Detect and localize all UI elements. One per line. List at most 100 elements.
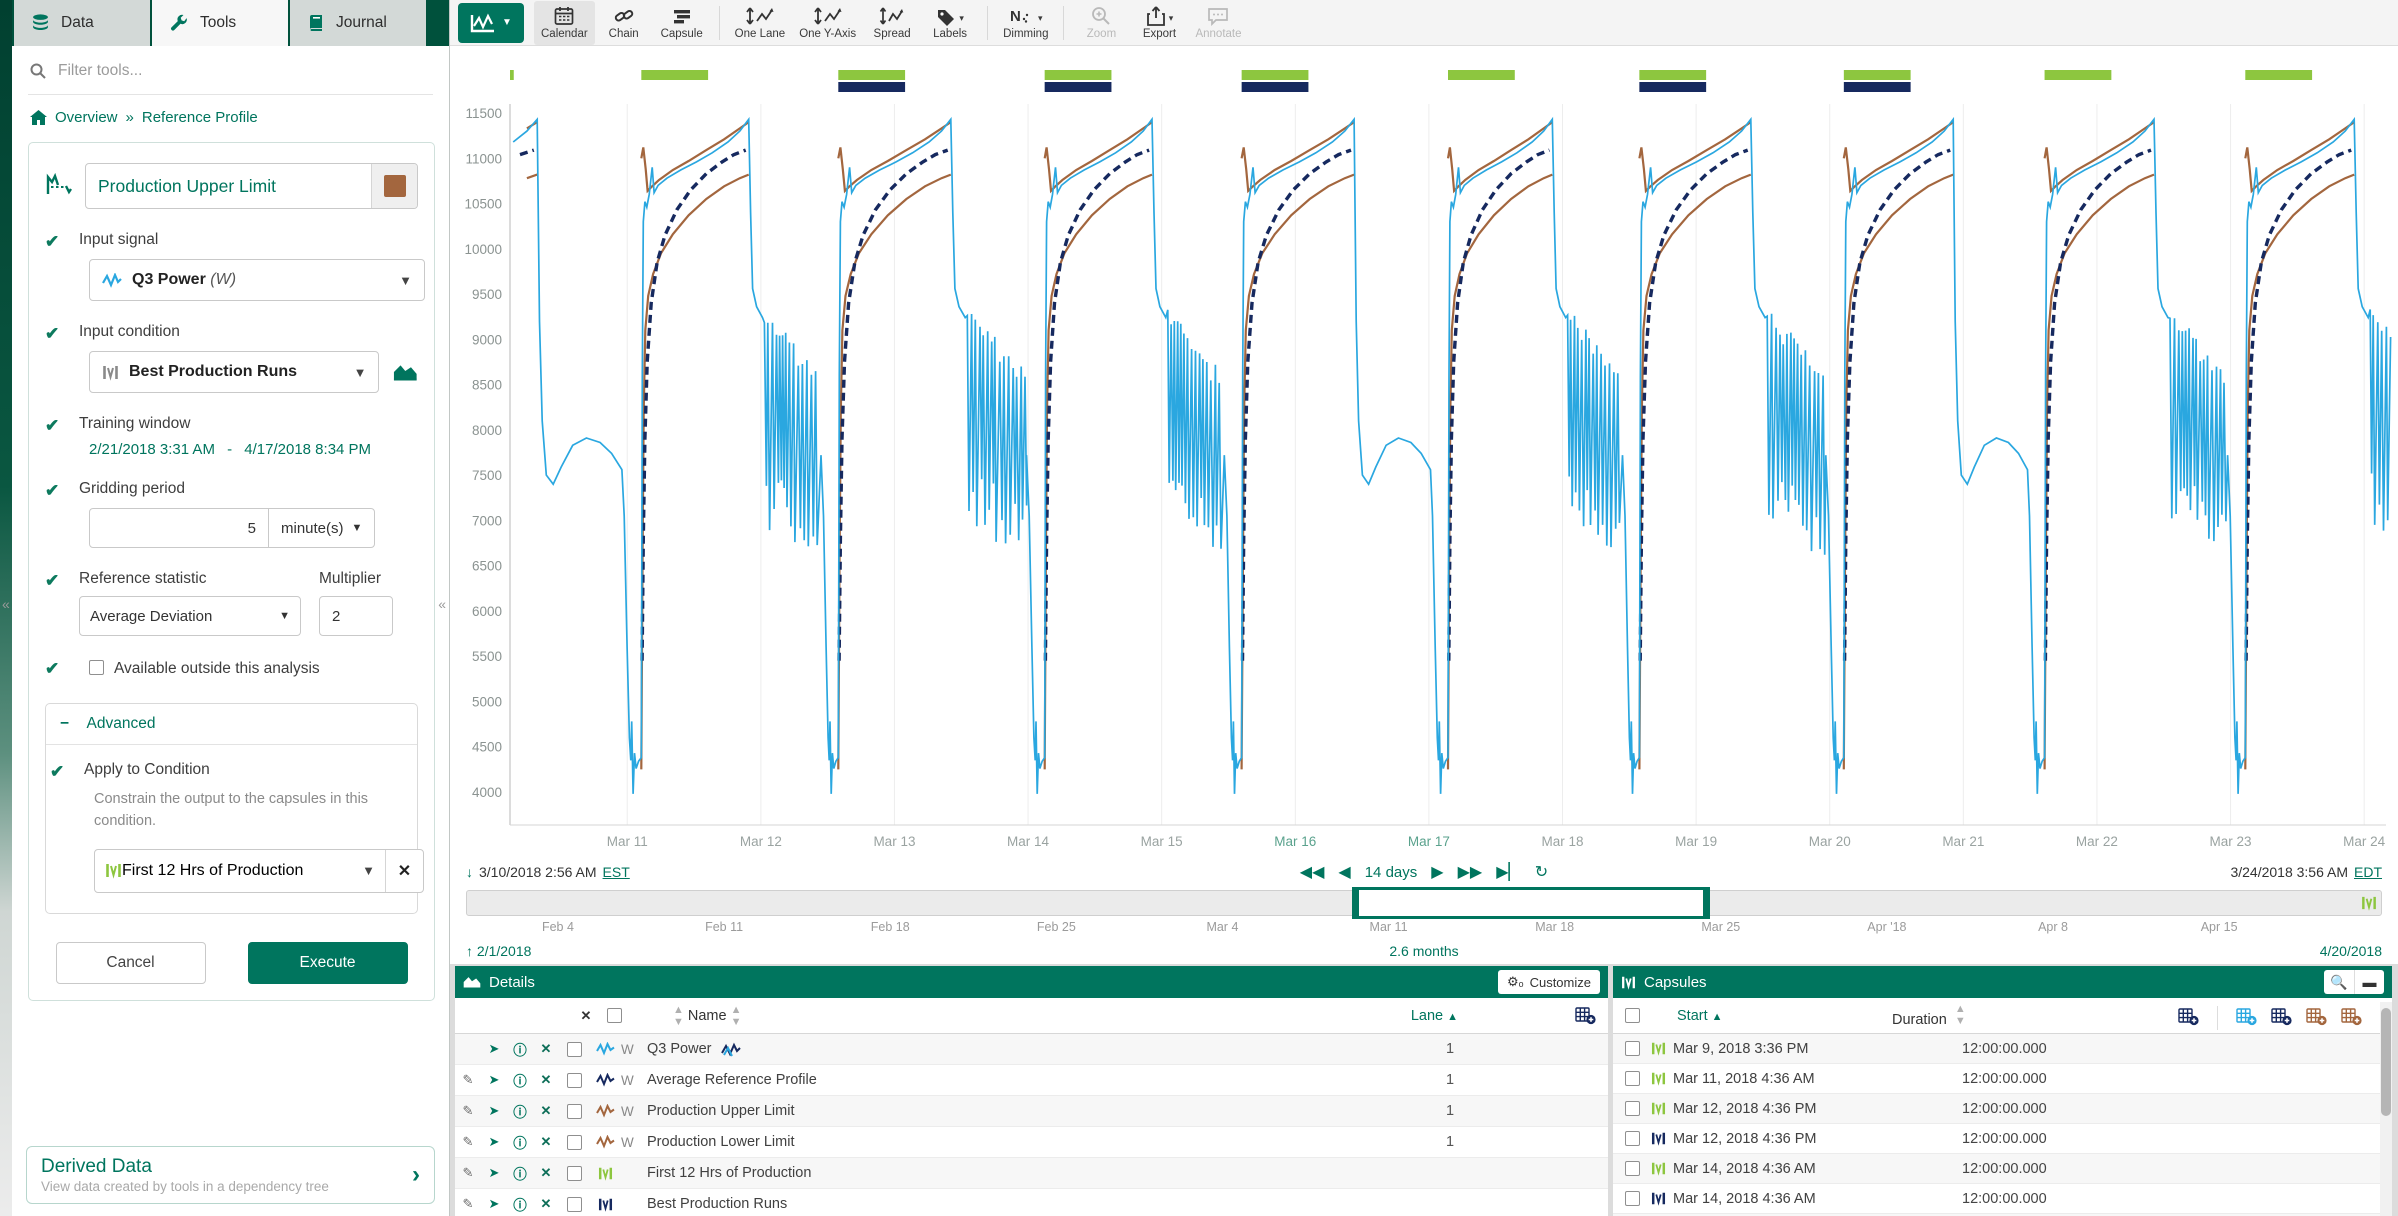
toolbar-button-export[interactable]: ▾Export [1130, 1, 1188, 45]
clear-condition-button[interactable]: ✕ [385, 850, 423, 892]
step-forward-fast-button[interactable]: ▶▶ [1458, 862, 1483, 882]
add-column-icon[interactable] [2178, 1007, 2199, 1026]
row-checkbox[interactable] [567, 1042, 582, 1057]
start-column-header[interactable]: Start ▲ [1677, 1008, 1723, 1024]
toolbar-button-one-y-axis[interactable]: One Y-Axis [792, 1, 863, 45]
tab-tools[interactable]: Tools [152, 0, 288, 46]
range-end-value[interactable]: 3/24/2018 3:56 AM [2230, 864, 2348, 880]
pin-icon[interactable]: ➤ [481, 1196, 507, 1212]
capsule-start[interactable]: Mar 12, 2018 4:36 PM [1673, 1101, 1816, 1117]
zoom-to-capsule-button[interactable]: 🔍 [2324, 970, 2354, 994]
item-name[interactable]: Production Upper Limit [647, 1103, 795, 1119]
sort-icon[interactable]: ▲▼ [673, 1004, 684, 1028]
remove-icon[interactable]: ✕ [533, 1196, 559, 1212]
trend-view-dropdown-button[interactable]: ▼ [458, 3, 524, 43]
capsules-scrollbar[interactable] [2380, 1002, 2392, 1216]
item-name[interactable]: Q3 Power [647, 1041, 711, 1057]
row-checkbox[interactable] [567, 1104, 582, 1119]
info-icon[interactable]: ⓘ [507, 1163, 533, 1183]
remove-icon[interactable]: ✕ [533, 1103, 559, 1119]
step-to-end-button[interactable]: ▶▏ [1496, 862, 1521, 882]
advanced-toggle[interactable]: − Advanced [46, 704, 417, 745]
home-icon[interactable] [30, 110, 47, 125]
remove-icon[interactable]: ✕ [533, 1041, 559, 1057]
derived-data-button[interactable]: Derived Data View data created by tools … [26, 1146, 435, 1204]
name-column-header[interactable]: Name [688, 1008, 727, 1024]
toolbar-button-labels[interactable]: ▾Labels [921, 1, 979, 45]
item-name[interactable]: Best Production Runs [647, 1196, 787, 1212]
toolbar-button-one-lane[interactable]: One Lane [728, 1, 793, 45]
capsule-start[interactable]: Mar 11, 2018 4:36 AM [1673, 1071, 1815, 1087]
add-capsule-column-button[interactable] [2236, 1007, 2257, 1030]
toolbar-button-spread[interactable]: Spread [863, 1, 921, 45]
timebar-track[interactable] [466, 890, 2382, 916]
info-icon[interactable]: ⓘ [507, 1194, 533, 1214]
item-name[interactable]: Production Lower Limit [647, 1134, 795, 1150]
range-start-timezone[interactable]: EST [603, 864, 630, 880]
pin-icon[interactable]: ➤ [481, 1165, 507, 1181]
info-icon[interactable]: ⓘ [507, 1039, 533, 1059]
collapse-sidebar-handle[interactable]: « [438, 596, 446, 612]
remove-icon[interactable]: ✕ [533, 1165, 559, 1181]
capsule-start[interactable]: Mar 14, 2018 4:36 AM [1673, 1161, 1816, 1177]
gridding-value-input[interactable]: 5 [89, 508, 269, 548]
range-duration[interactable]: 14 days [1365, 864, 1418, 881]
capsule-start[interactable]: Mar 12, 2018 4:36 PM [1673, 1131, 1816, 1147]
multiplier-input[interactable]: 2 [319, 596, 393, 636]
tool-name-field[interactable]: Production Upper Limit [85, 163, 418, 209]
info-icon[interactable]: ⓘ [507, 1101, 533, 1121]
input-signal-dropdown[interactable]: Q3 Power (W) ▼ [89, 259, 425, 301]
range-end[interactable]: 3/24/2018 3:56 AM EDT [2022, 864, 2382, 880]
range-start-value[interactable]: 3/10/2018 2:56 AM [479, 864, 597, 880]
toolbar-button-capsule[interactable]: Capsule [653, 1, 711, 45]
capsule-checkbox[interactable] [1625, 1191, 1640, 1206]
select-all-checkbox[interactable] [607, 1008, 622, 1023]
cancel-button[interactable]: Cancel [56, 942, 206, 984]
edit-icon[interactable]: ✎ [455, 1072, 481, 1088]
range-start[interactable]: ↓ 3/10/2018 2:56 AM EST [466, 864, 826, 880]
training-window-range[interactable]: 2/21/2018 3:31 AM - 4/17/2018 8:34 PM [89, 441, 418, 458]
add-capsule-column-button[interactable] [2178, 1007, 2199, 1030]
step-back-fast-button[interactable]: ◀◀ [1300, 862, 1325, 882]
tab-journal[interactable]: Journal [290, 0, 426, 46]
edit-icon[interactable]: ✎ [455, 1103, 481, 1119]
collapse-panel-button[interactable]: ▬ [2354, 970, 2384, 994]
gridding-unit-select[interactable]: minute(s) ▼ [268, 508, 375, 548]
collapse-sidebar-handle[interactable]: « [2, 596, 10, 612]
customize-button[interactable]: ⚙ₒ Customize [1498, 970, 1600, 994]
item-name[interactable]: First 12 Hrs of Production [647, 1165, 811, 1181]
toolbar-button-calendar[interactable]: Calendar [534, 1, 595, 45]
info-icon[interactable]: ⓘ [507, 1070, 533, 1090]
row-checkbox[interactable] [567, 1166, 582, 1181]
toolbar-button-chain[interactable]: Chain [595, 1, 653, 45]
add-capsule-column-button[interactable] [2341, 1007, 2362, 1030]
input-condition-dropdown[interactable]: Best Production Runs ▼ [89, 351, 379, 393]
training-end[interactable]: 4/17/2018 8:34 PM [244, 441, 371, 458]
capsule-checkbox[interactable] [1625, 1071, 1640, 1086]
pin-icon[interactable]: ➤ [481, 1041, 507, 1057]
add-capsule-column-button[interactable] [2306, 1007, 2327, 1030]
capsule-checkbox[interactable] [1625, 1101, 1640, 1116]
timebar-selection[interactable] [1359, 887, 1704, 919]
select-all-capsules-checkbox[interactable] [1625, 1008, 1640, 1023]
execute-button[interactable]: Execute [248, 942, 408, 984]
apply-condition-select[interactable]: First 12 Hrs of Production ▼ [95, 850, 385, 892]
remove-icon[interactable]: ✕ [533, 1134, 559, 1150]
add-column-icon[interactable] [1575, 1006, 1596, 1029]
available-outside-checkbox[interactable] [89, 660, 104, 675]
lane-column-header[interactable]: Lane ▲ [1411, 1008, 1458, 1024]
capsule-start[interactable]: Mar 9, 2018 3:36 PM [1673, 1041, 1808, 1057]
training-start[interactable]: 2/21/2018 3:31 AM [89, 441, 215, 458]
add-column-icon[interactable] [2341, 1007, 2362, 1026]
row-checkbox[interactable] [567, 1073, 582, 1088]
sort-icon[interactable]: ▲▼ [731, 1004, 742, 1028]
add-column-icon[interactable] [2236, 1007, 2257, 1026]
add-column-icon[interactable] [2306, 1007, 2327, 1026]
filter-tools-input[interactable]: Filter tools... [12, 46, 449, 94]
pin-icon[interactable]: ➤ [481, 1072, 507, 1088]
trend-chart[interactable]: Mar 11Mar 12Mar 13Mar 14Mar 15Mar 16Mar … [450, 46, 2398, 860]
edit-icon[interactable]: ✎ [455, 1134, 481, 1150]
color-picker-button[interactable] [371, 164, 417, 208]
remove-all-column-header[interactable]: ✕ [573, 1008, 599, 1024]
tab-data[interactable]: Data [14, 0, 150, 46]
